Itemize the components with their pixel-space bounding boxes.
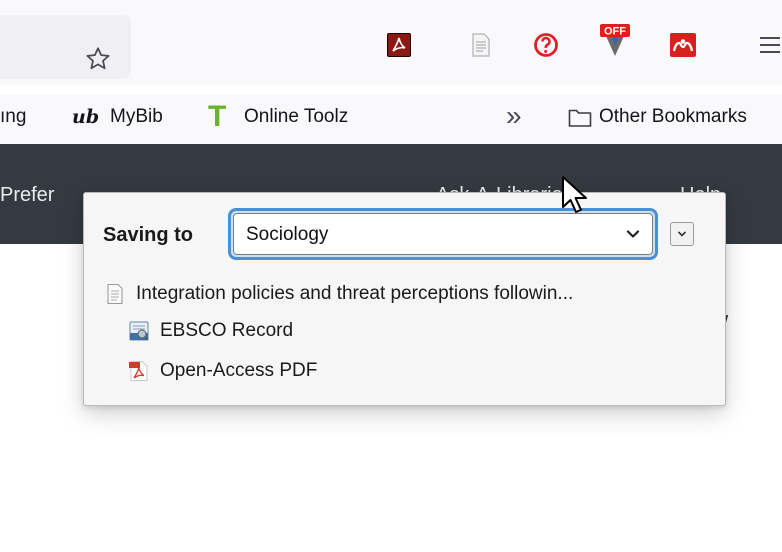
bookmark-mybib[interactable]: MyBib bbox=[110, 106, 163, 128]
off-badge-extension-icon[interactable]: OFF bbox=[600, 22, 630, 58]
collection-select-value: Sociology bbox=[246, 224, 329, 245]
options-toggle-button[interactable] bbox=[670, 222, 694, 246]
bookmark-other-bookmarks[interactable]: Other Bookmarks bbox=[599, 106, 747, 128]
mybib-logo: ub bbox=[72, 106, 100, 128]
bookmarks-toolbar: ıng ub MyBib T Online Toolz » Other Book… bbox=[0, 94, 782, 144]
adobe-acrobat-icon[interactable] bbox=[386, 32, 412, 58]
url-bar[interactable] bbox=[0, 15, 131, 79]
collection-select-box[interactable]: Sociology bbox=[233, 213, 653, 255]
attachment-label: EBSCO Record bbox=[160, 320, 294, 341]
bookmark-star-icon[interactable] bbox=[84, 45, 112, 73]
hamburger-menu-icon[interactable] bbox=[758, 34, 782, 56]
mouse-cursor-icon bbox=[562, 176, 587, 213]
attachment-label: Open-Access PDF bbox=[160, 360, 318, 381]
bookmarks-overflow-icon[interactable]: » bbox=[506, 100, 522, 132]
ebsco-record-icon bbox=[129, 321, 149, 341]
red-circle-extension-icon[interactable] bbox=[533, 32, 559, 58]
document-icon bbox=[107, 283, 123, 305]
onlinetoolz-logo: T bbox=[208, 100, 227, 133]
save-to-collection-popup: Saving to Sociology Integration policies… bbox=[83, 192, 726, 406]
browser-toolbar: OFF bbox=[0, 0, 782, 85]
collection-select[interactable]: Sociology bbox=[228, 208, 658, 260]
attachment-row: Open-Access PDF bbox=[128, 360, 317, 382]
saving-to-label: Saving to bbox=[103, 224, 194, 246]
chevron-down-icon bbox=[626, 230, 640, 238]
small-chevron-down-icon bbox=[677, 231, 687, 237]
mendeley-extension-icon[interactable] bbox=[670, 32, 696, 58]
saved-item-title: Integration policies and threat percepti… bbox=[136, 283, 574, 304]
off-badge-text: OFF bbox=[604, 26, 626, 38]
attachment-row: EBSCO Record bbox=[128, 320, 293, 342]
bookmark-online-toolz[interactable]: Online Toolz bbox=[244, 106, 348, 128]
pdf-icon bbox=[129, 361, 148, 381]
bookmark-item-partial[interactable]: ıng bbox=[0, 106, 26, 128]
saved-item-row: Integration policies and threat percepti… bbox=[104, 283, 573, 305]
reader-view-icon[interactable] bbox=[468, 32, 494, 58]
nav-item-preferences[interactable]: Prefer bbox=[0, 184, 54, 207]
folder-icon bbox=[568, 109, 592, 127]
